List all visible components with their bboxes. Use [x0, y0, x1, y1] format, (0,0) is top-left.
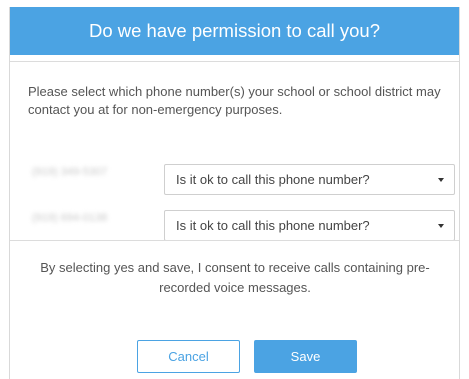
call-permission-select-2[interactable]: Is it ok to call this phone number? [164, 210, 455, 241]
save-button[interactable]: Save [254, 340, 357, 373]
call-permission-select-1[interactable]: Is it ok to call this phone number? [164, 164, 455, 195]
chevron-down-icon [438, 224, 444, 228]
consent-text: By selecting yes and save, I consent to … [40, 260, 430, 295]
phone-number-2: (919) 694-0138 [32, 212, 108, 224]
chevron-down-icon [438, 178, 444, 182]
permission-dialog: Do we have permission to call you? Pleas… [9, 7, 460, 379]
select-value: Is it ok to call this phone number? [176, 218, 370, 233]
divider-bottom [10, 240, 459, 241]
dialog-title: Do we have permission to call you? [10, 7, 459, 55]
select-value: Is it ok to call this phone number? [176, 172, 370, 187]
cancel-button[interactable]: Cancel [137, 340, 240, 373]
phone-number-1: (919) 349-5307 [32, 166, 108, 178]
intro-text: Please select which phone number(s) your… [28, 84, 441, 117]
divider-top [10, 61, 459, 62]
